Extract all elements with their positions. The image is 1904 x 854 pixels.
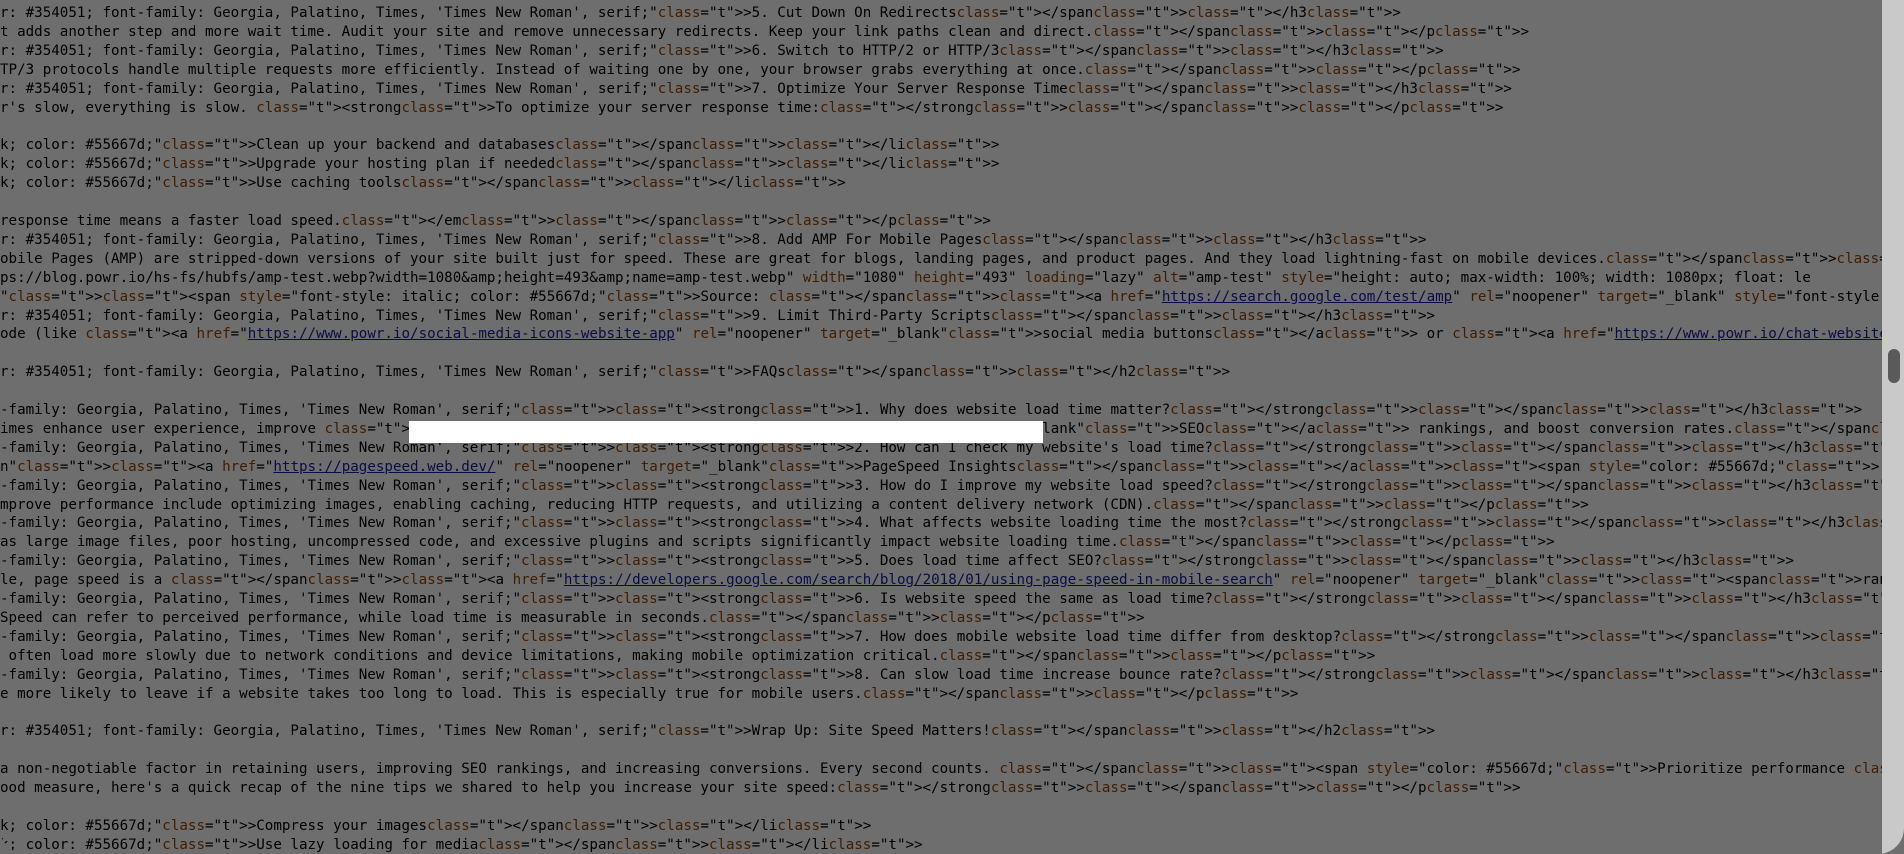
source-line: as large image files, poor hosting, unco…: [0, 534, 1555, 551]
source-line: k; color: #55667d;"class="t">>Compress y…: [0, 817, 872, 834]
source-line: ode (like class="t"><a href="https://www…: [0, 326, 1882, 343]
source-line: k; color: #55667d;"class="t">>Use lazy l…: [0, 836, 923, 853]
source-line: ps://blog.powr.io/hs-fs/hubfs/amp-test.w…: [0, 269, 1811, 286]
vertical-scrollbar[interactable]: [1882, 0, 1904, 854]
source-line: r: #354051; font-family: Georgia, Palati…: [0, 42, 1444, 59]
source-line: k; color: #55667d;"class="t">>Use cachin…: [0, 175, 846, 192]
source-line: "class="t">>class="t"><span style="font-…: [0, 288, 1882, 305]
source-line: response time means a faster load speed.…: [0, 212, 991, 229]
source-line: r: #354051; font-family: Georgia, Palati…: [0, 5, 1401, 21]
source-line: -family: Georgia, Palatino, Times, 'Time…: [0, 402, 1863, 419]
source-line: r: #354051; font-family: Georgia, Palati…: [0, 231, 1427, 248]
source-line: [0, 117, 1882, 136]
highlighted-link-spotlight[interactable]: "https://semrush.sjv.io/eKYqjD" rel="nof…: [409, 421, 1043, 443]
source-line: t adds another step and more wait time. …: [0, 23, 1530, 40]
source-line: mprove performance include optimizing im…: [0, 496, 1589, 513]
source-line: r's slow, everything is slow. class="t">…: [0, 99, 1504, 116]
source-line: [0, 741, 1882, 760]
source-line: -family: Georgia, Palatino, Times, 'Time…: [0, 666, 1882, 683]
source-line: r: #354051; font-family: Georgia, Palati…: [0, 364, 1231, 381]
source-line: Speed can refer to perceived performance…: [0, 610, 1145, 626]
source-line: k; color: #55667d;"class="t">>Upgrade yo…: [0, 156, 1000, 173]
source-line: obile Pages (AMP) are stripped-down vers…: [0, 250, 1882, 267]
source-line: TP/3 protocols handle multiple requests …: [0, 61, 1521, 78]
source-line: [0, 344, 1882, 363]
source-line: r: #354051; font-family: Georgia, Palati…: [0, 723, 1436, 740]
source-line: [0, 382, 1882, 401]
source-line: -family: Georgia, Palatino, Times, 'Time…: [0, 553, 1794, 570]
scrollbar-thumb[interactable]: [1888, 349, 1900, 383]
source-line: le, page speed is a class="t"></spanclas…: [0, 572, 1882, 589]
source-line: k; color: #55667d;"class="t">>Clean up y…: [0, 137, 1000, 154]
source-line: n"class="t">>class="t"><a href="https://…: [0, 458, 1880, 475]
source-line: a non-negotiable factor in retaining use…: [0, 761, 1882, 778]
source-line: often load more slowly due to network co…: [0, 647, 1376, 664]
source-line: e more likely to leave if a website take…: [0, 685, 1299, 702]
source-line: -family: Georgia, Palatino, Times, 'Time…: [0, 628, 1882, 645]
source-line: [0, 193, 1882, 212]
source-line: [0, 798, 1882, 817]
source-line: -family: Georgia, Palatino, Times, 'Time…: [0, 515, 1882, 532]
source-line: -family: Georgia, Palatino, Times, 'Time…: [0, 591, 1882, 608]
source-line: -family: Georgia, Palatino, Times, 'Time…: [0, 477, 1882, 494]
source-line: r: #354051; font-family: Georgia, Palati…: [0, 80, 1512, 97]
source-line: ood measure, here's a quick recap of the…: [0, 780, 1521, 797]
source-line: r: #354051; font-family: Georgia, Palati…: [0, 307, 1436, 324]
source-line: [0, 704, 1882, 723]
